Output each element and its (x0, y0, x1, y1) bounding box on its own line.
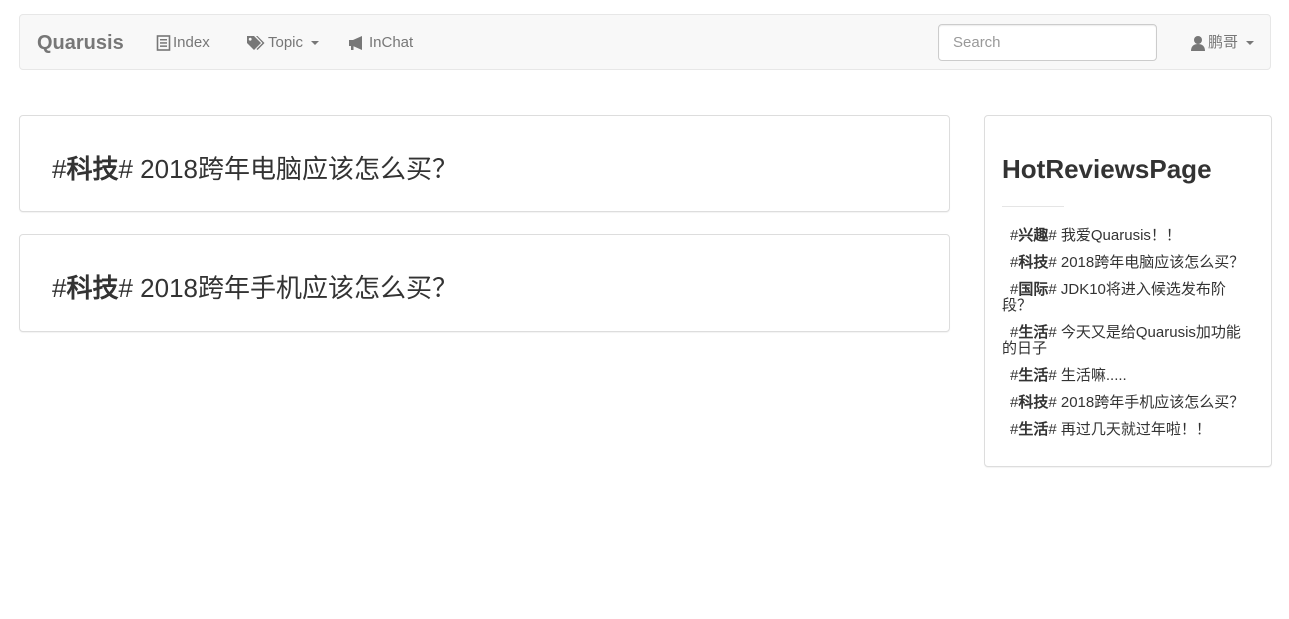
list-item[interactable]: #国际# JDK10将进入候选发布阶段？ (1002, 282, 1254, 314)
list-item-title: 生活嘛..... (1060, 367, 1127, 384)
list-item-title: 再过几天就过年啦！！ (1060, 421, 1211, 438)
list-item-tag: 科技 (1018, 254, 1049, 271)
brand-link[interactable]: Quarusis (37, 32, 124, 54)
list-item-title: 2018跨年手机应该怎么买？ (1060, 394, 1245, 411)
user-icon (1190, 35, 1206, 51)
post-title-text: 2018跨年手机应该怎么买？ (140, 273, 459, 303)
hot-reviews-sidebar: HotReviewsPage #兴趣# 我爱Quarusis！！ #科技# 20… (984, 115, 1272, 467)
list-item-tag: 科技 (1018, 394, 1049, 411)
list-item[interactable]: #科技# 2018跨年手机应该怎么买？ (1002, 395, 1254, 411)
nav-inchat-label: InChat (369, 34, 414, 51)
tags-icon (246, 35, 266, 51)
list-item-title: 2018跨年电脑应该怎么买？ (1060, 254, 1245, 271)
nav-index-link[interactable]: Index (156, 33, 210, 53)
list-item[interactable]: #科技# 2018跨年电脑应该怎么买？ (1002, 255, 1254, 271)
post-title-text: 2018跨年电脑应该怎么买？ (140, 154, 459, 184)
nav-inchat-link[interactable]: InChat (348, 33, 413, 53)
list-item[interactable]: #生活# 生活嘛..... (1002, 368, 1254, 384)
list-item[interactable]: #生活# 再过几天就过年啦！！ (1002, 422, 1254, 438)
list-item[interactable]: #兴趣# 我爱Quarusis！！ (1002, 228, 1254, 244)
search-input[interactable] (938, 24, 1157, 61)
post-tag: 科技 (66, 273, 119, 303)
user-menu-dropdown[interactable]: 鹏哥 (1190, 33, 1255, 53)
post-card[interactable]: #科技# 2018跨年手机应该怎么买？ (19, 234, 950, 332)
chevron-down-icon (1246, 41, 1255, 45)
user-name-label: 鹏哥 (1208, 34, 1239, 51)
post-card[interactable]: #科技# 2018跨年电脑应该怎么买？ (19, 115, 950, 212)
list-item-tag: 生活 (1018, 421, 1049, 438)
megaphone-icon (348, 35, 367, 51)
nav-topic-dropdown[interactable]: Topic (246, 33, 320, 53)
list-item-tag: 国际 (1018, 281, 1049, 298)
list-item-tag: 生活 (1018, 324, 1049, 341)
list-item-tag: 兴趣 (1018, 227, 1049, 244)
list-item[interactable]: #生活# 今天又是给Quarusis加功能的日子 (1002, 325, 1254, 357)
hot-reviews-list: #兴趣# 我爱Quarusis！！ #科技# 2018跨年电脑应该怎么买？ #国… (1002, 228, 1254, 449)
navbar: Quarusis Index Topic InChat Search 鹏哥 (19, 14, 1271, 70)
nav-topic-label: Topic (268, 34, 304, 51)
list-item-tag: 生活 (1018, 367, 1049, 384)
list-item-title: 我爱Quarusis！！ (1060, 227, 1181, 244)
sidebar-title: HotReviewsPage (1002, 154, 1212, 184)
chevron-down-icon (311, 41, 320, 45)
list-icon (156, 35, 171, 51)
post-title: #科技# 2018跨年电脑应该怎么买？ (52, 154, 459, 184)
post-tag: 科技 (66, 154, 119, 184)
nav-index-label: Index (173, 34, 210, 51)
post-title: #科技# 2018跨年手机应该怎么买？ (52, 273, 459, 303)
divider (1002, 206, 1064, 207)
